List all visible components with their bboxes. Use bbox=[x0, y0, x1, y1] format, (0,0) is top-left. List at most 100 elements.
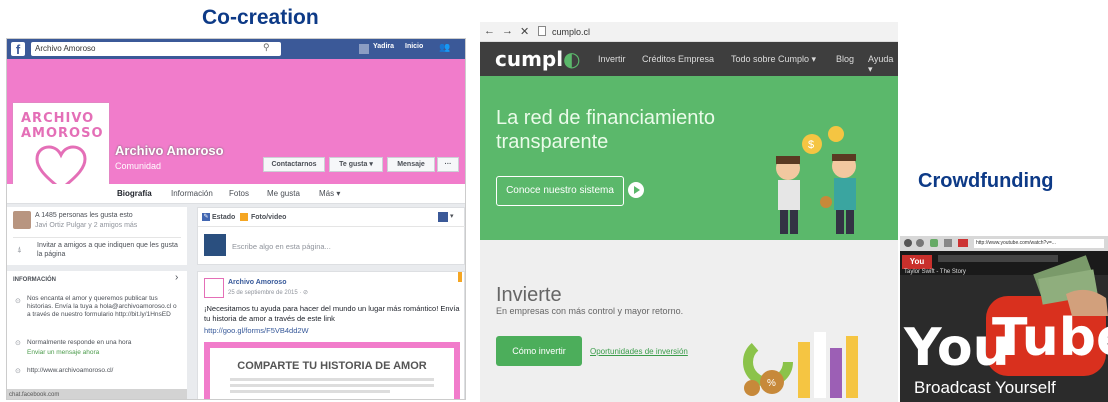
wordmark-tube: Tube bbox=[992, 308, 1108, 368]
facebook-logo-icon[interactable]: f bbox=[11, 42, 25, 57]
composer-input[interactable]: Escribe algo en esta página... bbox=[232, 242, 331, 251]
tab-photos[interactable]: Fotos bbox=[229, 189, 249, 198]
page-category: Comunidad bbox=[115, 161, 162, 171]
tab-more[interactable]: Más ▾ bbox=[319, 189, 340, 198]
post-link[interactable]: http://goo.gl/forms/F5VB4dd2W bbox=[204, 326, 309, 335]
left-column: A 1485 personas les gusta esto Javi Orti… bbox=[7, 207, 187, 399]
likes-friends[interactable]: Javi Ortiz Pulgar y 2 amigos más bbox=[35, 221, 137, 230]
tab-timeline[interactable]: Biografía bbox=[117, 189, 152, 198]
status-icon: ✎ bbox=[202, 213, 210, 221]
leaf-icon: ◐ bbox=[563, 47, 581, 71]
search-icon[interactable]: ⚲ bbox=[263, 42, 270, 53]
cumplo-logo[interactable]: cumpl◐ bbox=[495, 47, 581, 71]
chevron-right-icon[interactable]: › bbox=[175, 273, 178, 283]
post-author-avatar[interactable] bbox=[204, 278, 224, 298]
text-line bbox=[230, 390, 390, 393]
tab-likes[interactable]: Me gusta bbox=[267, 189, 300, 198]
forward-icon[interactable]: → bbox=[502, 25, 513, 37]
post-card: Archivo Amoroso 25 de septiembre de 2015… bbox=[197, 271, 465, 399]
info-circle-icon: ⊙ bbox=[15, 298, 21, 305]
composer-status-tab[interactable]: Estado bbox=[212, 213, 235, 222]
message-button[interactable]: Mensaje bbox=[387, 157, 435, 172]
home-icon[interactable] bbox=[944, 239, 952, 247]
back-icon[interactable] bbox=[904, 239, 912, 247]
browser-toolbar: http://www.youtube.com/watch?v=... bbox=[900, 236, 1108, 251]
user-name-link[interactable]: Yadira bbox=[373, 43, 394, 50]
response-time: Normalmente responde en una hora bbox=[27, 339, 132, 346]
post-image-card: COMPARTE TU HISTORIA DE AMOR bbox=[210, 348, 454, 399]
site-nav-bar: cumpl◐ Invertir Créditos Empresa Todo so… bbox=[480, 42, 898, 76]
more-options-button[interactable]: ··· bbox=[437, 157, 459, 172]
youtube-wordmark: You Tube bbox=[900, 308, 1108, 378]
hero-section: La red de financiamiento transparente Co… bbox=[480, 76, 898, 240]
post-text: ¡Necesitamos tu ayuda para hacer del mun… bbox=[204, 304, 460, 323]
friend-avatar[interactable] bbox=[13, 211, 31, 229]
address-bar[interactable]: cumplo.cl bbox=[552, 27, 590, 37]
favicon-icon bbox=[958, 239, 968, 247]
svg-text:$: $ bbox=[808, 139, 814, 151]
user-avatar[interactable] bbox=[359, 44, 369, 54]
youtube-screenshot: http://www.youtube.com/watch?v=... You T… bbox=[900, 236, 1108, 402]
menu-business-credits[interactable]: Créditos Empresa bbox=[642, 54, 714, 64]
send-message-link[interactable]: Enviar un mensaje ahora bbox=[27, 348, 99, 357]
back-icon[interactable]: ← bbox=[484, 25, 495, 37]
investment-illustration: % bbox=[743, 332, 858, 398]
address-bar[interactable]: http://www.youtube.com/watch?v=... bbox=[974, 239, 1104, 248]
learn-system-button[interactable]: Conoce nuestro sistema bbox=[496, 176, 624, 206]
friends-icon[interactable]: 👥 bbox=[439, 42, 450, 53]
chevron-down-icon[interactable]: ▾ bbox=[450, 212, 454, 221]
tagline: Broadcast Yourself bbox=[914, 378, 1056, 397]
text-line bbox=[230, 378, 434, 381]
play-icon[interactable] bbox=[628, 182, 644, 198]
home-link[interactable]: Inicio bbox=[405, 43, 423, 50]
menu-invest[interactable]: Invertir bbox=[598, 54, 626, 64]
browser-toolbar: ← → ✕ cumplo.cl bbox=[480, 22, 898, 42]
text-line bbox=[230, 384, 434, 387]
likes-count: A 1485 personas les gusta esto bbox=[35, 212, 133, 219]
photo-icon bbox=[240, 213, 248, 221]
reload-icon[interactable] bbox=[930, 239, 938, 247]
page-avatar-selector[interactable] bbox=[438, 212, 448, 222]
invest-section: Invierte En empresas con más control y m… bbox=[480, 240, 898, 402]
divider bbox=[198, 226, 465, 227]
menu-blog[interactable]: Blog bbox=[836, 54, 854, 64]
menu-about[interactable]: Todo sobre Cumplo ▾ bbox=[731, 54, 816, 65]
forward-icon[interactable] bbox=[916, 239, 924, 247]
website-link[interactable]: http://www.archivoamoroso.cl/ bbox=[27, 366, 113, 375]
logo-line1: ARCHIVO bbox=[21, 111, 95, 126]
post-image[interactable]: COMPARTE TU HISTORIA DE AMOR bbox=[204, 342, 460, 399]
youtube-logo-icon[interactable]: You bbox=[902, 255, 932, 269]
page-icon bbox=[538, 26, 546, 36]
divider bbox=[13, 237, 181, 238]
globe-icon: ⊙ bbox=[15, 368, 21, 375]
two-people-illustration: $ bbox=[776, 126, 856, 234]
brand-text: cumpl bbox=[495, 47, 564, 71]
facebook-search-input[interactable]: Archivo Amoroso bbox=[31, 42, 281, 56]
investment-opportunities-link[interactable]: Oportunidades de inversión bbox=[590, 347, 688, 356]
composer-photo-tab[interactable]: Foto/video bbox=[251, 213, 286, 222]
money-in-hand-illustration bbox=[1033, 255, 1108, 316]
hero-title: La red de financiamiento transparente bbox=[496, 107, 716, 153]
status-bar: chat.facebook.com bbox=[7, 389, 187, 399]
invest-subtitle: En empresas con más control y mayor reto… bbox=[496, 306, 684, 316]
close-icon[interactable]: ✕ bbox=[520, 25, 529, 38]
clock-icon: ⊙ bbox=[15, 340, 21, 347]
menu-help[interactable]: Ayuda ▾ bbox=[868, 54, 898, 75]
section-gap bbox=[7, 265, 187, 271]
how-to-invest-button[interactable]: Cómo invertir bbox=[496, 336, 582, 366]
info-header: INFORMACIÓN bbox=[13, 277, 56, 283]
cumplo-website-screenshot: ← → ✕ cumplo.cl cumpl◐ Invertir Créditos… bbox=[480, 22, 898, 402]
contact-button[interactable]: Contactarnos bbox=[263, 157, 325, 172]
facebook-top-bar: f Archivo Amoroso ⚲ Yadira Inicio 👥 bbox=[7, 39, 465, 59]
logo-line2: AMOROSO bbox=[21, 126, 104, 141]
invite-friends-link[interactable]: Invitar a amigos a que indiquen que les … bbox=[37, 241, 183, 259]
status-bar-text: chat.facebook.com bbox=[9, 392, 60, 398]
invite-icon: ⍋ bbox=[17, 245, 22, 254]
post-author[interactable]: Archivo Amoroso bbox=[228, 278, 286, 287]
tab-information[interactable]: Información bbox=[171, 189, 213, 198]
right-column: ✎ Estado Foto/video ▾ Escribe algo en es… bbox=[197, 207, 465, 399]
video-title: Taylor Swift - The Story bbox=[904, 269, 966, 275]
like-button[interactable]: Te gusta ▾ bbox=[329, 157, 383, 172]
crowdfunding-heading: Crowdfunding bbox=[918, 170, 1054, 192]
post-date[interactable]: 25 de septiembre de 2015 · ⊘ bbox=[228, 289, 308, 298]
